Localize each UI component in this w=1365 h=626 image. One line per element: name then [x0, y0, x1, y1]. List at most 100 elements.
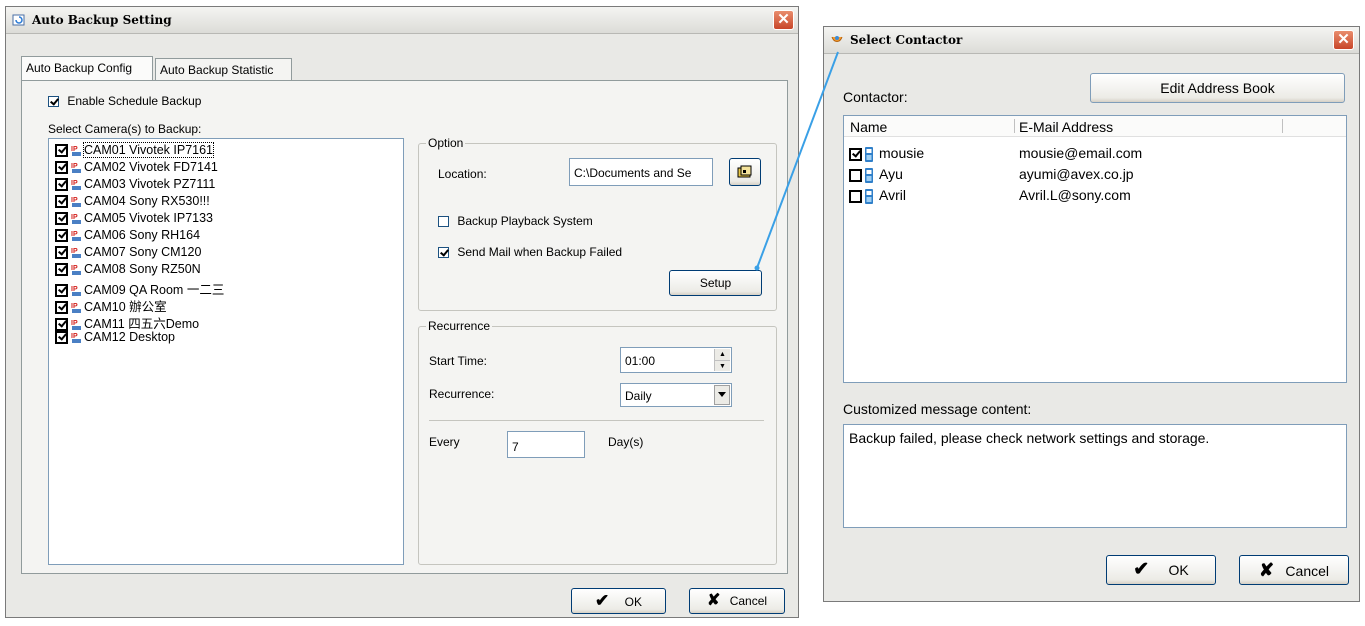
camera-checkbox[interactable] [55, 212, 68, 226]
start-time-spinner[interactable]: 01:00 ▲ ▼ [620, 347, 732, 373]
spin-up-icon[interactable]: ▲ [715, 349, 730, 361]
enable-schedule-checkbox[interactable]: Enable Schedule Backup [48, 94, 201, 108]
unit-label: Day(s) [608, 435, 644, 449]
backup-app-icon [12, 14, 25, 26]
backup-playback-check[interactable] [438, 216, 449, 228]
camera-name: CAM08 Sony RZ50N [84, 262, 201, 276]
contact-name: mousie [879, 145, 925, 161]
camera-checkbox[interactable] [55, 331, 68, 345]
checkmark-icon: ✔ [1133, 559, 1150, 580]
enable-schedule-check[interactable] [48, 96, 59, 108]
tab-auto-backup-config[interactable]: Auto Backup Config [21, 56, 153, 81]
location-input[interactable]: C:\Documents and Se [569, 158, 713, 186]
contact-name: Avril [879, 187, 906, 203]
dialog-title: Auto Backup Setting [32, 13, 172, 27]
camera-list-item[interactable]: IP CAM10 辦公室 [55, 296, 167, 315]
contactor-label: Contactor: [843, 89, 908, 105]
title-bar[interactable]: Select Contactor ✕ [824, 27, 1359, 54]
svg-text:IP: IP [71, 214, 78, 221]
svg-text:IP: IP [71, 231, 78, 238]
edit-address-book-button[interactable]: Edit Address Book [1090, 73, 1345, 103]
ok-button[interactable]: ✔ OK [1106, 555, 1216, 585]
contact-checkbox[interactable] [849, 168, 862, 182]
message-label: Customized message content: [843, 401, 1032, 417]
open-folder-icon [737, 165, 752, 178]
camera-checkbox[interactable] [55, 246, 68, 260]
ok-button[interactable]: ✔ OK [571, 588, 666, 614]
cancel-x-icon: ✘ [706, 592, 721, 609]
camera-checkbox[interactable] [55, 161, 68, 175]
contact-phone-icon [865, 167, 873, 183]
title-bar[interactable]: Auto Backup Setting ✕ [6, 7, 798, 34]
camera-checkbox[interactable] [55, 229, 68, 243]
auto-backup-dialog: Auto Backup Setting ✕ Auto Backup Config… [5, 6, 799, 618]
ip-camera-icon: IP [71, 214, 81, 225]
svg-text:IP: IP [71, 146, 78, 153]
contact-list-header: Name E-Mail Address [844, 116, 1346, 137]
camera-checkbox[interactable] [55, 263, 68, 277]
cancel-button[interactable]: ✘ Cancel [1239, 555, 1349, 585]
close-button[interactable]: ✕ [1333, 30, 1354, 50]
contact-email: mousie@email.com [1019, 145, 1143, 161]
camera-checkbox[interactable] [55, 178, 68, 192]
camera-name: CAM12 Desktop [84, 330, 176, 344]
camera-list-item[interactable]: IP CAM11 四五六Demo [55, 313, 200, 332]
recurrence-group: Recurrence Start Time: 01:00 ▲ ▼ Recurre… [418, 319, 777, 565]
message-textarea[interactable]: Backup failed, please check network sett… [843, 424, 1347, 528]
camera-list-item[interactable]: IP CAM04 Sony RX530!!! [55, 194, 210, 210]
backup-playback-checkbox[interactable]: Backup Playback System [438, 214, 593, 228]
every-input[interactable]: 7 [507, 431, 585, 458]
camera-list-item[interactable]: IP CAM12 Desktop [55, 330, 175, 346]
contact-checkbox[interactable] [849, 189, 862, 203]
camera-list-item[interactable]: IP CAM02 Vivotek FD7141 [55, 160, 218, 176]
camera-checkbox[interactable] [55, 195, 68, 209]
svg-text:IP: IP [71, 286, 78, 293]
every-label: Every [429, 435, 460, 449]
camera-checkbox[interactable] [55, 144, 68, 158]
svg-text:IP: IP [71, 197, 78, 204]
svg-text:IP: IP [71, 333, 78, 340]
recurrence-select[interactable]: Daily [620, 383, 732, 407]
tab-auto-backup-statistic[interactable]: Auto Backup Statistic [155, 58, 292, 80]
camera-list-item[interactable]: IP CAM09 QA Room 一二三 [55, 279, 224, 298]
chevron-down-icon[interactable] [714, 385, 730, 405]
send-mail-check[interactable] [438, 247, 449, 259]
column-header-email[interactable]: E-Mail Address [1019, 119, 1113, 135]
svg-text:IP: IP [71, 265, 78, 272]
camera-name: CAM06 Sony RH164 [84, 228, 201, 242]
camera-name: CAM10 辦公室 [84, 300, 167, 314]
spin-down-icon[interactable]: ▼ [715, 361, 730, 372]
camera-name: CAM02 Vivotek FD7141 [84, 160, 218, 174]
contact-checkbox[interactable] [849, 147, 862, 161]
contact-row[interactable]: Avril Avril.L@sony.com [849, 187, 1329, 205]
svg-text:IP: IP [71, 163, 78, 170]
contact-row[interactable]: mousie mousie@email.com [849, 145, 1329, 163]
browse-folder-button[interactable] [729, 158, 761, 186]
contact-name: Ayu [879, 166, 903, 182]
column-header-name[interactable]: Name [850, 119, 887, 135]
camera-list[interactable]: IP CAM01 Vivotek IP7161 IP CAM02 Vivotek FD… [48, 138, 404, 565]
ip-camera-icon: IP [71, 248, 81, 259]
camera-list-item[interactable]: IP CAM08 Sony RZ50N [55, 262, 201, 278]
config-tab-panel: Enable Schedule Backup Select Camera(s) … [21, 80, 788, 574]
contact-row[interactable]: Ayu ayumi@avex.co.jp [849, 166, 1329, 184]
camera-list-item[interactable]: IP CAM03 Vivotek PZ7111 [55, 177, 215, 193]
close-button[interactable]: ✕ [773, 10, 794, 30]
camera-list-item[interactable]: IP CAM06 Sony RH164 [55, 228, 200, 244]
contact-phone-icon [865, 188, 873, 204]
ip-camera-icon: IP [71, 180, 81, 191]
ip-camera-icon: IP [71, 333, 81, 344]
spin-buttons[interactable]: ▲ ▼ [714, 349, 730, 371]
contact-list[interactable]: Name E-Mail Address mousie mousie@email.c… [843, 115, 1347, 383]
camera-name: CAM01 Vivotek IP7161 [82, 142, 215, 158]
recurrence-divider [429, 420, 764, 421]
setup-button[interactable]: Setup [669, 270, 762, 296]
send-mail-checkbox[interactable]: Send Mail when Backup Failed [438, 245, 622, 259]
camera-list-item[interactable]: IP CAM07 Sony CM120 [55, 245, 201, 261]
ip-camera-icon: IP [71, 163, 81, 174]
camera-name: CAM11 四五六Demo [84, 317, 200, 331]
cancel-button[interactable]: ✘ Cancel [689, 588, 785, 614]
column-divider [1014, 119, 1015, 133]
camera-list-item[interactable]: IP CAM01 Vivotek IP7161 [55, 142, 215, 159]
camera-list-item[interactable]: IP CAM05 Vivotek IP7133 [55, 211, 213, 227]
